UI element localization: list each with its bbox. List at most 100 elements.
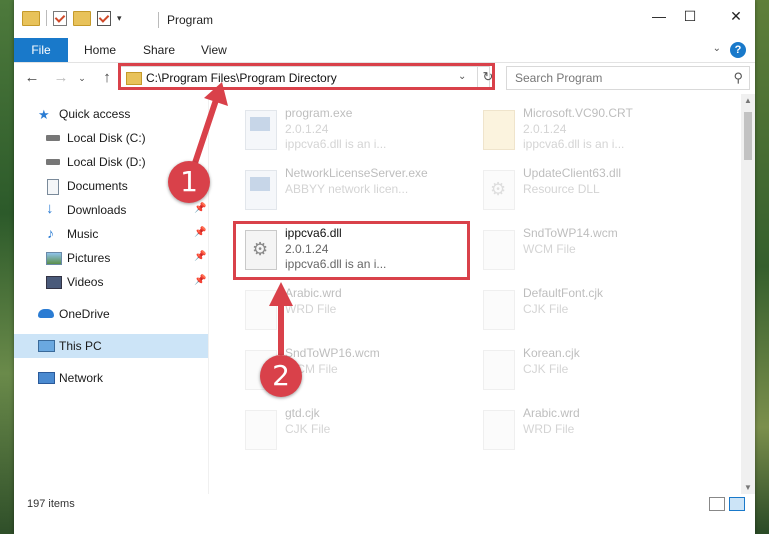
file-name: SndToWP14.wcm [523, 226, 618, 240]
file-version: CJK File [285, 422, 331, 436]
new-folder-icon[interactable] [73, 10, 91, 26]
toolbar-dropdown-icon[interactable]: ▾ [117, 13, 122, 24]
file-name: program.exe [285, 106, 353, 120]
pin-icon[interactable]: 📌 [194, 275, 206, 286]
file-version: 2.0.1.24 [523, 122, 567, 136]
scroll-down-icon[interactable]: ▼ [741, 483, 755, 492]
minimize-button[interactable]: — [643, 8, 675, 24]
step-1-badge: 1 [168, 161, 210, 203]
file-item[interactable]: Microsoft.VC90.CRT 2.0.1.24 ippcva6.dll … [475, 102, 705, 158]
download-icon: ↓ [46, 200, 54, 217]
music-icon: ♪ [47, 225, 54, 241]
sidebar-item-quick-access[interactable]: ★ Quick access [14, 102, 208, 126]
navigation-pane: ★ Quick access Local Disk (C:) Local Dis… [14, 94, 209, 494]
star-icon: ★ [38, 107, 50, 122]
sidebar-item-downloads[interactable]: ↓ Downloads 📌 [14, 198, 208, 222]
file-item[interactable]: SndToWP14.wcm WCM File [475, 222, 705, 278]
sidebar-item-onedrive[interactable]: OneDrive [14, 302, 208, 326]
file-name: Korean.cjk [523, 346, 580, 360]
file-version: WRD File [523, 422, 575, 436]
tab-home[interactable]: Home [84, 38, 116, 62]
pin-icon[interactable]: 📌 [194, 203, 206, 214]
sidebar-item-label: Downloads [67, 203, 127, 217]
sidebar-item-label: Videos [67, 275, 104, 289]
recent-locations-icon[interactable]: ⌄ [72, 73, 92, 84]
file-version: 2.0.1.24 [285, 122, 329, 136]
search-input[interactable]: Search Program [515, 71, 602, 85]
file-description: ippcva6.dll is an i... [285, 137, 387, 151]
sidebar-item-label: Quick access [59, 107, 131, 121]
scroll-up-icon[interactable]: ▲ [741, 96, 755, 105]
tab-view[interactable]: View [201, 38, 227, 62]
search-box[interactable]: Search Program ⚲ [506, 66, 750, 90]
file-name: Arabic.wrd [523, 406, 580, 420]
file-description: ippcva6.dll is an i... [523, 137, 625, 151]
explorer-window: ▾ Program — ☐ ✕ File Home Share View ⌄ ?… [14, 0, 755, 534]
file-item[interactable]: gtd.cjk CJK File [237, 402, 467, 458]
item-count: 197 items [27, 498, 75, 510]
file-item[interactable]: program.exe 2.0.1.24 ippcva6.dll is an i… [237, 102, 467, 158]
scrollbar-thumb[interactable] [744, 112, 752, 160]
sidebar-item-label: Pictures [67, 251, 111, 265]
sidebar-item-this-pc[interactable]: This PC [14, 334, 208, 358]
sidebar-item-network[interactable]: Network [14, 366, 208, 390]
file-name: Microsoft.VC90.CRT [523, 106, 633, 120]
properties-icon[interactable] [53, 10, 67, 26]
file-name: Arabic.wrd [285, 286, 342, 300]
exe-file-icon [245, 170, 277, 210]
status-bar: 197 items [14, 494, 755, 534]
sidebar-item-label: Network [59, 371, 104, 385]
cloud-icon [38, 309, 54, 318]
sidebar-item-label: Local Disk (C:) [67, 131, 146, 145]
file-icon [483, 290, 515, 330]
back-button[interactable]: ← [22, 69, 42, 86]
file-item[interactable]: Arabic.wrd WRD File [475, 402, 705, 458]
drive-icon [46, 159, 60, 165]
help-icon[interactable]: ? [730, 42, 746, 58]
file-version: ABBYY network licen... [285, 182, 409, 196]
close-button[interactable]: ✕ [720, 8, 752, 25]
search-icon[interactable]: ⚲ [733, 70, 743, 86]
ribbon-tabs: File Home Share View ⌄ ? [14, 38, 755, 63]
documents-icon [47, 179, 59, 195]
file-item[interactable]: DefaultFont.cjk CJK File [475, 282, 705, 338]
file-icon [483, 410, 515, 450]
file-icon [245, 290, 277, 330]
file-version: CJK File [523, 362, 569, 376]
file-version: Resource DLL [523, 182, 600, 196]
customize-icon[interactable] [97, 10, 111, 26]
file-item[interactable]: Arabic.wrd WRD File [237, 282, 467, 338]
sidebar-item-label: Music [67, 227, 99, 241]
sidebar-item-pictures[interactable]: Pictures 📌 [14, 246, 208, 270]
desktop-background-right [755, 0, 769, 534]
file-item[interactable]: Korean.cjk CJK File [475, 342, 705, 398]
desktop-background-left [0, 0, 14, 534]
file-icon [483, 350, 515, 390]
tiles-view-icon[interactable] [729, 497, 745, 511]
videos-icon [46, 276, 62, 289]
sidebar-item-label: Documents [67, 179, 128, 193]
step-2-badge: 2 [260, 355, 302, 397]
sidebar-item-label: Local Disk (D:) [67, 155, 146, 169]
sidebar-item-music[interactable]: ♪ Music 📌 [14, 222, 208, 246]
network-icon [38, 372, 55, 384]
drive-icon [46, 135, 60, 141]
vertical-scrollbar[interactable]: ▲ ▼ [741, 94, 755, 494]
forward-button[interactable]: → [51, 69, 71, 86]
pin-icon[interactable]: 📌 [194, 251, 206, 262]
pin-icon[interactable]: 📌 [194, 227, 206, 238]
sidebar-item-label: This PC [59, 339, 102, 353]
sidebar-item-videos[interactable]: Videos 📌 [14, 270, 208, 294]
maximize-button[interactable]: ☐ [674, 8, 706, 25]
tab-file[interactable]: File [14, 38, 68, 62]
computer-icon [38, 340, 55, 352]
tab-share[interactable]: Share [143, 38, 175, 62]
folder-icon [22, 10, 40, 26]
file-icon [483, 230, 515, 270]
details-view-icon[interactable] [709, 497, 725, 511]
expand-ribbon-icon[interactable]: ⌄ [713, 43, 721, 54]
up-button[interactable]: ↑ [97, 69, 117, 86]
file-item[interactable]: UpdateClient63.dll Resource DLL [475, 162, 705, 218]
file-item[interactable]: NetworkLicenseServer.exe ABBYY network l… [237, 162, 467, 218]
sidebar-item-local-disk-c[interactable]: Local Disk (C:) [14, 126, 208, 150]
